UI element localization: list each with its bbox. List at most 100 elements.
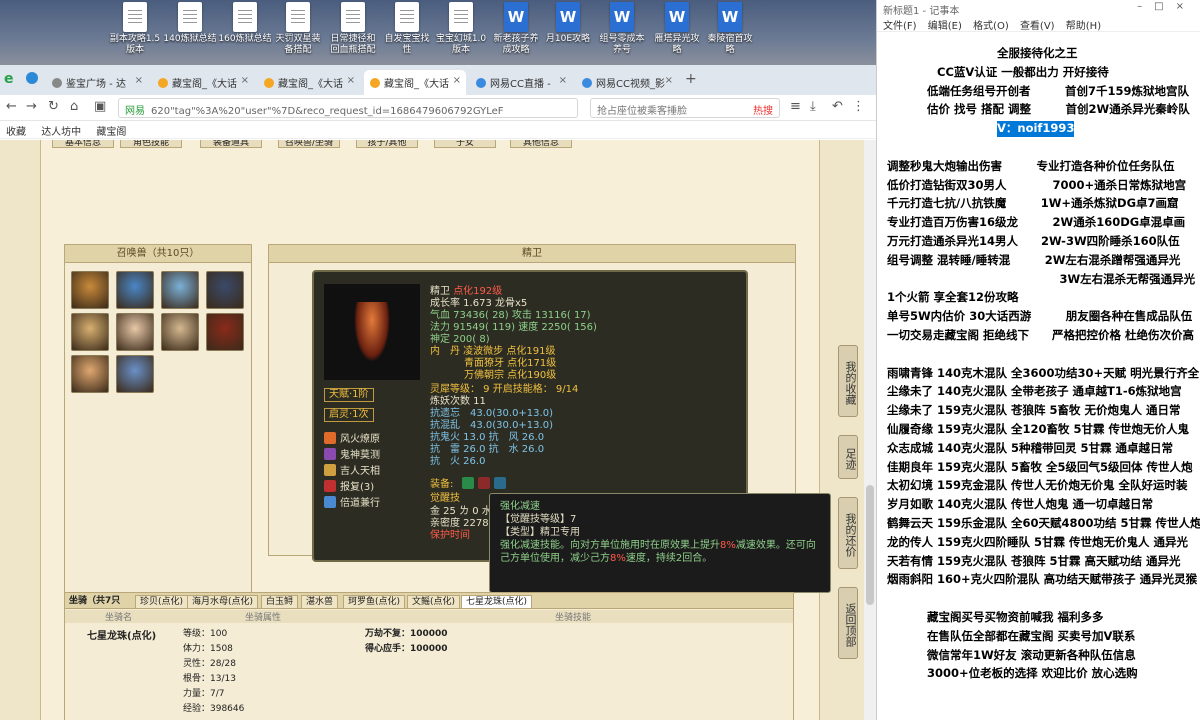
back-to-top-button[interactable]: 返回顶部 bbox=[838, 587, 858, 659]
menu-view[interactable]: 查看(V) bbox=[1020, 21, 1055, 32]
browser-tab-5[interactable]: 网易CC视频_影 × bbox=[576, 70, 678, 95]
top-tab-5[interactable]: 子女 bbox=[434, 140, 496, 148]
my-favorites-button[interactable]: 我的收藏 bbox=[838, 345, 858, 417]
telegram-icon[interactable] bbox=[26, 72, 38, 84]
pet-avatar-7[interactable] bbox=[206, 313, 244, 351]
url-text: 620"tag"%3A%20"user"%7D&reco_request_id=… bbox=[151, 106, 504, 117]
skill-3[interactable]: 报复(3) bbox=[324, 478, 374, 493]
mount-tab-2[interactable]: 海月水母(点化) bbox=[187, 595, 259, 609]
close-icon[interactable]: × bbox=[665, 75, 673, 86]
mount-tab-4[interactable]: 湛水兽 bbox=[301, 595, 339, 609]
notepad-text-area[interactable]: 全服接待化之王 CC蓝V认证 一般都出力 开好接待 低端任务组号开创者 首创7千15… bbox=[877, 36, 1200, 720]
top-tab-1[interactable]: 角色技能 bbox=[120, 140, 182, 148]
stat-resist-fire: 抗 火 26.0 bbox=[430, 456, 486, 467]
pet-avatar-3[interactable] bbox=[206, 271, 244, 309]
browser-tab-0[interactable]: 鉴宝广场 - 达 × bbox=[46, 70, 148, 95]
mount-tab-7[interactable]: 七星龙珠(点化) bbox=[461, 595, 533, 609]
desktop-icon-label: 组号零成本 养号 bbox=[599, 34, 645, 55]
skill-4[interactable]: 倍道兼行 bbox=[324, 494, 380, 509]
desktop-icon-2[interactable]: 160炼狱总结 bbox=[218, 2, 272, 45]
pet-avatar-5[interactable] bbox=[116, 313, 154, 351]
close-icon[interactable]: × bbox=[453, 75, 461, 86]
skill-0[interactable]: 风火燎原 bbox=[324, 430, 380, 445]
close-icon[interactable]: × bbox=[347, 75, 355, 86]
pets-panel: 召唤兽（共10只） bbox=[64, 244, 252, 636]
search-box[interactable]: 抢占座位被乘客捶脸 热搜 bbox=[590, 98, 780, 118]
stat-resist-thunder: 抗 雷 26.0 抗 水 26.0 bbox=[430, 444, 545, 455]
pet-avatar-9[interactable] bbox=[116, 355, 154, 393]
desktop-icon-7[interactable]: W 新老孩子养 成攻略 bbox=[489, 2, 543, 56]
menu-help[interactable]: 帮助(H) bbox=[1066, 21, 1101, 32]
desktop-icon-1[interactable]: 140炼狱总结 bbox=[163, 2, 217, 45]
desktop-icon-11[interactable]: W 秦陵宿首攻 略 bbox=[703, 2, 757, 56]
pet-avatar-0[interactable] bbox=[71, 271, 109, 309]
mount-tab-3[interactable]: 白玉鲟 bbox=[261, 595, 299, 609]
menu-format[interactable]: 格式(O) bbox=[973, 21, 1009, 32]
desktop-icon-6[interactable]: 宝宝幻城1.0 版本 bbox=[434, 2, 488, 56]
browser-tab-1[interactable]: 藏宝阁_《大话 × bbox=[152, 70, 254, 95]
mount-tab-1[interactable]: 珍贝(点化) bbox=[135, 595, 189, 609]
home-icon[interactable]: ⌂ bbox=[70, 99, 78, 114]
close-icon[interactable]: × bbox=[241, 75, 249, 86]
notepad-line: 专业打造百万伤害16级龙 2W通杀160DG卓混卓画 bbox=[887, 215, 1186, 230]
equip-slot-icon[interactable] bbox=[462, 477, 474, 489]
more-icon[interactable]: ⋮ bbox=[852, 99, 865, 114]
pet-figure bbox=[354, 302, 390, 362]
skill-2[interactable]: 吉人天相 bbox=[324, 462, 380, 477]
menu-file[interactable]: 文件(F) bbox=[883, 21, 917, 32]
footprint-button[interactable]: 足迹 bbox=[838, 435, 858, 479]
top-tab-0[interactable]: 基本信息 bbox=[52, 140, 114, 148]
mount-tab-6[interactable]: 文鳐(点化) bbox=[407, 595, 461, 609]
page-scrollbar[interactable] bbox=[864, 140, 876, 720]
fav-item-2[interactable]: 藏宝阁 bbox=[96, 127, 126, 138]
browser-window: e 鉴宝广场 - 达 × 藏宝阁_《大话 × 藏宝阁_《大话 × 藏宝阁_《大话 × 网… bbox=[0, 65, 876, 720]
top-tab-6[interactable]: 其他信息 bbox=[510, 140, 572, 148]
search-placeholder: 抢占座位被乘客捶脸 bbox=[597, 106, 687, 117]
top-tab-3[interactable]: 召唤兽/坐骑 bbox=[278, 140, 340, 148]
back-icon[interactable]: ← bbox=[6, 99, 17, 114]
menu-edit[interactable]: 编辑(E) bbox=[928, 21, 962, 32]
my-bargain-button[interactable]: 我的还价 bbox=[838, 497, 858, 569]
close-icon[interactable]: × bbox=[559, 75, 567, 86]
address-bar[interactable]: 网易 620"tag"%3A%20"user"%7D&reco_request_i… bbox=[118, 98, 578, 118]
new-tab-icon[interactable]: + bbox=[685, 71, 697, 87]
desktop-icon-8[interactable]: W 月10E攻略 bbox=[541, 2, 595, 45]
desktop-icon-3[interactable]: 天罚双星装 备搭配 bbox=[271, 2, 325, 56]
pet-avatar-8[interactable] bbox=[71, 355, 109, 393]
revenge-skill-icon bbox=[324, 480, 336, 492]
notepad-line: 单号5W内估价 30大话西游 朋友圈各种在售成品队伍 bbox=[887, 309, 1193, 324]
menu-icon[interactable]: ≡ bbox=[790, 99, 801, 114]
refresh-icon[interactable]: ↻ bbox=[48, 99, 59, 114]
desktop-icon-4[interactable]: 日常捷径和 回血瓶搭配 bbox=[326, 2, 380, 56]
scrollbar-thumb[interactable] bbox=[866, 485, 874, 605]
notepad-line: 岁月如歌 140克火混队 传世人炮鬼 通一切卓越日常 bbox=[887, 497, 1154, 512]
desktop-icon-5[interactable]: 自发宝宝找 性 bbox=[380, 2, 434, 56]
desktop-icon-10[interactable]: W 雁塔异光攻 略 bbox=[650, 2, 704, 56]
pet-avatar-4[interactable] bbox=[71, 313, 109, 351]
top-tab-2[interactable]: 装备道具 bbox=[200, 140, 262, 148]
fav-item-1[interactable]: 达人坊中 bbox=[41, 127, 81, 138]
browser-tab-4[interactable]: 网易CC直播 - × bbox=[470, 70, 572, 95]
mount-tab-5[interactable]: 珂罗鱼(点化) bbox=[343, 595, 406, 609]
browser-tab-2[interactable]: 藏宝阁_《大话 × bbox=[258, 70, 360, 95]
notepad-line: 雨啸青锋 140克木混队 全3600功结30+天赋 明光景行齐全 bbox=[887, 365, 1200, 380]
desktop-icon-9[interactable]: W 组号零成本 养号 bbox=[595, 2, 649, 56]
forward-icon[interactable]: → bbox=[26, 99, 37, 114]
notepad-line: 组号调整 混转睡/睡转混 2W左右混杀蹭帮强通异光 bbox=[887, 252, 1181, 267]
top-tab-4[interactable]: 孩子/其他 bbox=[356, 140, 418, 148]
browser-tab-3[interactable]: 藏宝阁_《大话 × bbox=[364, 70, 466, 95]
desktop-icon-0[interactable]: 副本攻略1.5 版本 bbox=[108, 2, 162, 56]
equip-slot-icon[interactable] bbox=[478, 477, 490, 489]
window-controls[interactable]: –□× bbox=[1137, 1, 1196, 12]
undo-icon[interactable]: ↶ bbox=[832, 99, 843, 114]
bag-icon[interactable]: ▣ bbox=[94, 99, 106, 114]
pet-avatar-6[interactable] bbox=[161, 313, 199, 351]
file-icon bbox=[395, 2, 419, 32]
fav-item-0[interactable]: 收藏 bbox=[6, 127, 26, 138]
skill-1[interactable]: 鬼神莫测 bbox=[324, 446, 380, 461]
equip-slot-icon[interactable] bbox=[494, 477, 506, 489]
pet-avatar-1[interactable] bbox=[116, 271, 154, 309]
pet-avatar-2[interactable] bbox=[161, 271, 199, 309]
download-icon[interactable]: ⤓ bbox=[810, 99, 816, 114]
close-icon[interactable]: × bbox=[135, 75, 143, 86]
